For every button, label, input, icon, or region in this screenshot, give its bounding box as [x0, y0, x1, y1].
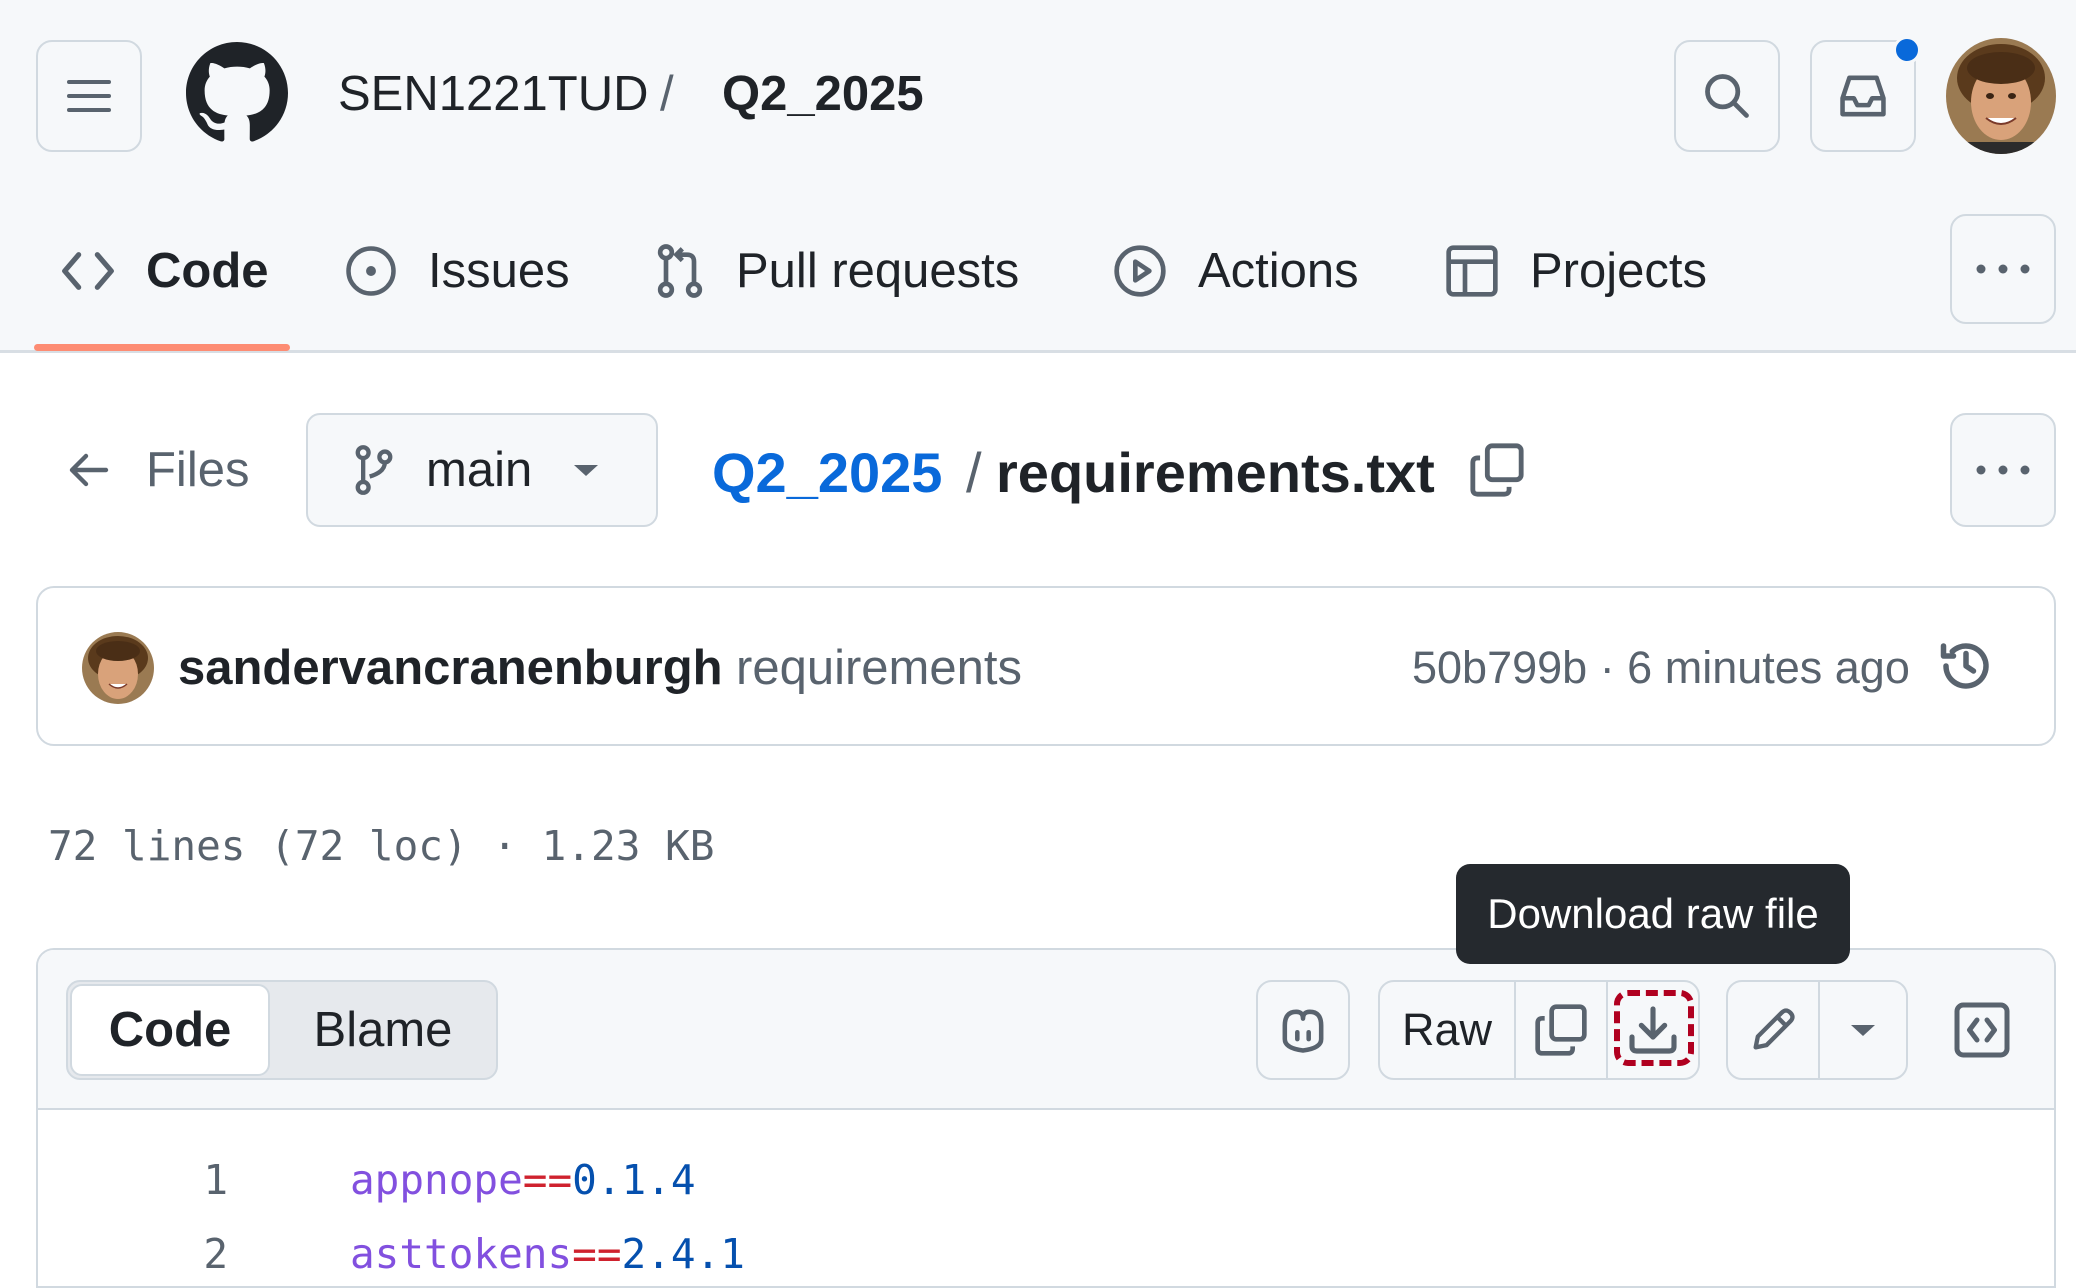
copy-raw-button[interactable]: [1514, 980, 1608, 1080]
commit-author-link[interactable]: sandervancranenburgh: [178, 640, 723, 696]
file-viewer: Code Blame Raw 1 appnope==0.1.4 2 asttok…: [36, 948, 2056, 1288]
line-number[interactable]: 1: [38, 1156, 228, 1204]
tab-issues-label: Issues: [428, 244, 570, 298]
search-button[interactable]: [1674, 40, 1780, 152]
github-logo-icon[interactable]: [186, 42, 288, 144]
arrow-left-icon: [69, 453, 109, 487]
files-label: Files: [146, 443, 250, 497]
files-back-link[interactable]: Files: [66, 440, 249, 500]
copilot-icon: [1282, 1009, 1324, 1053]
copy-path-icon[interactable]: [1468, 440, 1526, 500]
package-name: appnope: [350, 1156, 523, 1204]
menu-button[interactable]: [36, 40, 142, 152]
more-tabs-button[interactable]: [1950, 214, 2056, 324]
line-content: appnope==0.1.4: [350, 1156, 696, 1204]
version-operator: ==: [522, 1156, 573, 1204]
kebab-horizontal-icon: [1976, 465, 2030, 475]
file-more-button[interactable]: [1950, 413, 2056, 527]
branch-name: main: [426, 443, 533, 497]
download-tooltip: Download raw file: [1456, 864, 1850, 964]
file-name: requirements.txt: [996, 441, 1435, 504]
edit-file-button[interactable]: [1726, 980, 1820, 1080]
download-raw-button[interactable]: [1606, 980, 1700, 1080]
blame-view-button[interactable]: Blame: [272, 984, 494, 1076]
commit-message-link[interactable]: requirements: [736, 640, 1022, 696]
line-content: asttokens==2.4.1: [350, 1230, 745, 1278]
download-icon: [1629, 1006, 1677, 1054]
tab-projects-label: Projects: [1530, 244, 1708, 298]
tab-projects[interactable]: Projects: [1444, 236, 1707, 306]
git-branch-icon: [355, 445, 393, 495]
edit-options-dropdown[interactable]: [1818, 980, 1908, 1080]
kebab-horizontal-icon: [1976, 264, 2030, 274]
commit-author-avatar[interactable]: [82, 632, 154, 704]
search-icon: [1705, 74, 1749, 118]
history-icon[interactable]: [1936, 636, 1996, 696]
selected-tab-indicator: [34, 344, 290, 351]
version-operator: ==: [572, 1230, 622, 1278]
tab-issues[interactable]: Issues: [344, 236, 570, 306]
raw-button[interactable]: Raw: [1378, 980, 1516, 1080]
triangle-down-icon: [574, 465, 599, 476]
triangle-down-icon: [1851, 1025, 1875, 1036]
user-avatar[interactable]: [1946, 38, 2056, 154]
code-icon: [60, 247, 116, 295]
repo-header: SEN1221TUD / Q2_2025 Code Issues Pull re…: [0, 0, 2076, 353]
tab-pull-requests-label: Pull requests: [736, 244, 1020, 298]
package-version: 0.1.4: [572, 1156, 696, 1204]
breadcrumb-separator: /: [660, 67, 674, 121]
issue-opened-icon: [344, 244, 398, 298]
file-stats: 72 lines (72 loc) · 1.23 KB: [48, 822, 715, 870]
path-separator: /: [966, 441, 982, 504]
tab-actions-label: Actions: [1198, 244, 1359, 298]
play-icon: [1112, 243, 1168, 299]
tab-actions[interactable]: Actions: [1112, 236, 1359, 306]
latest-commit-box: sandervancranenburgh requirements 50b799…: [36, 586, 2056, 746]
package-version: 2.4.1: [621, 1230, 745, 1278]
code-view-button[interactable]: Code: [70, 984, 270, 1076]
notification-dot: [1893, 36, 1921, 64]
tab-code[interactable]: Code: [60, 236, 269, 306]
line-number[interactable]: 2: [38, 1230, 228, 1278]
copilot-button[interactable]: [1256, 980, 1350, 1080]
view-mode-toggle: Code Blame: [66, 980, 498, 1080]
pencil-icon: [1753, 1008, 1795, 1050]
copy-icon: [1535, 1004, 1587, 1056]
tab-code-label: Code: [146, 244, 269, 298]
inbox-icon: [1840, 75, 1886, 117]
branch-selector[interactable]: main: [306, 413, 658, 527]
git-pull-request-icon: [654, 243, 706, 299]
owner-link[interactable]: SEN1221TUD: [338, 66, 648, 122]
code-square-icon[interactable]: [1952, 1000, 2012, 1060]
table-icon: [1444, 243, 1500, 299]
tab-pull-requests[interactable]: Pull requests: [654, 236, 1019, 306]
commit-hash-time[interactable]: 50b799b · 6 minutes ago: [1412, 642, 1910, 694]
path-repo-link[interactable]: Q2_2025: [712, 440, 942, 505]
package-name: asttokens: [350, 1230, 573, 1278]
repo-name-link[interactable]: Q2_2025: [722, 66, 924, 122]
hamburger-icon: [67, 80, 111, 112]
file-viewer-toolbar: Code Blame Raw: [38, 950, 2054, 1110]
